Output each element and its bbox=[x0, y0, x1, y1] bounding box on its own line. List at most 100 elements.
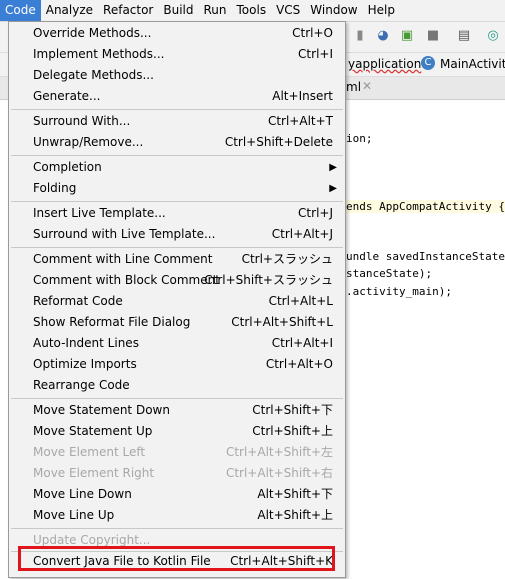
menu-item-completion[interactable]: Completion ▶ bbox=[9, 157, 345, 178]
menu-item-move-line-down[interactable]: Move Line Down Alt+Shift+下 bbox=[9, 484, 345, 505]
menu-item-label: Surround With... bbox=[33, 114, 131, 128]
menu-help[interactable]: Help bbox=[363, 0, 400, 21]
code-line: stanceState); bbox=[346, 267, 433, 280]
submenu-arrow-icon: ▶ bbox=[329, 162, 337, 173]
menu-item-label: Move Line Down bbox=[33, 487, 132, 501]
menu-item-move-element-right: Move Element Right Ctrl+Alt+Shift+右 bbox=[9, 463, 345, 484]
debug-icon[interactable]: ▮ bbox=[352, 28, 368, 44]
menu-item-shortcut: Ctrl+Alt+J bbox=[271, 227, 333, 241]
menu-item-label: Move Line Up bbox=[33, 508, 115, 522]
menu-item-shortcut: Ctrl+Alt+Shift+右 bbox=[225, 466, 333, 480]
menu-tools[interactable]: Tools bbox=[232, 0, 272, 21]
menu-item-shortcut: Ctrl+Alt+T bbox=[267, 114, 333, 128]
menu-item-auto-indent[interactable]: Auto-Indent Lines Ctrl+Alt+I bbox=[9, 333, 345, 354]
menu-item-label: Move Element Left bbox=[33, 445, 146, 459]
highlight-box bbox=[18, 546, 335, 571]
menu-item-implement-methods[interactable]: Implement Methods... Ctrl+I bbox=[9, 44, 345, 65]
breadcrumb-package[interactable]: yapplication bbox=[348, 57, 421, 71]
menu-separator bbox=[11, 398, 343, 399]
menu-item-label: Comment with Line Comment bbox=[33, 252, 213, 266]
menu-item-label: Auto-Indent Lines bbox=[33, 336, 139, 350]
tab-label[interactable]: ml bbox=[346, 80, 361, 94]
menu-item-label: Generate... bbox=[33, 89, 101, 103]
code-menu-dropdown: Override Methods... Ctrl+O Implement Met… bbox=[8, 21, 346, 578]
menu-item-label: Rearrange Code bbox=[33, 378, 130, 392]
menu-item-label: Completion bbox=[33, 160, 102, 174]
code-line: ends AppCompatActivity { bbox=[346, 200, 505, 213]
sync-icon[interactable]: ◎ bbox=[485, 28, 501, 44]
menu-item-move-line-up[interactable]: Move Line Up Alt+Shift+上 bbox=[9, 505, 345, 526]
menu-item-comment-block[interactable]: Comment with Block Comment Ctrl+Shift+スラ… bbox=[9, 270, 345, 291]
profiler-icon[interactable]: ◕ bbox=[375, 28, 391, 44]
menu-item-shortcut: Ctrl+Shift+下 bbox=[252, 403, 333, 417]
menu-item-shortcut: Ctrl+J bbox=[298, 206, 333, 220]
menu-item-shortcut: Ctrl+Shift+スラッシュ bbox=[204, 273, 333, 287]
menu-code[interactable]: Code bbox=[0, 0, 41, 21]
menu-item-comment-line[interactable]: Comment with Line Comment Ctrl+スラッシュ bbox=[9, 249, 345, 270]
menu-item-label: Delegate Methods... bbox=[33, 68, 154, 82]
menu-item-label: Reformat Code bbox=[33, 294, 123, 308]
menu-item-label: Move Statement Down bbox=[33, 403, 170, 417]
close-tab-icon[interactable]: ✕ bbox=[362, 79, 372, 93]
menu-item-rearrange-code[interactable]: Rearrange Code bbox=[9, 375, 345, 396]
menu-item-delegate-methods[interactable]: Delegate Methods... bbox=[9, 65, 345, 86]
attach-debugger-icon[interactable]: ▣ bbox=[399, 28, 415, 44]
menu-separator bbox=[11, 109, 343, 110]
menu-item-shortcut: Ctrl+Alt+O bbox=[265, 357, 333, 371]
stop-icon[interactable]: ■ bbox=[425, 28, 441, 44]
menu-item-move-statement-up[interactable]: Move Statement Up Ctrl+Shift+上 bbox=[9, 421, 345, 442]
menu-item-shortcut: Ctrl+スラッシュ bbox=[241, 252, 333, 266]
menu-item-shortcut: Ctrl+I bbox=[298, 47, 333, 61]
menu-vcs[interactable]: VCS bbox=[271, 0, 305, 21]
menu-build[interactable]: Build bbox=[158, 0, 198, 21]
menu-item-shortcut: Alt+Shift+上 bbox=[257, 508, 333, 522]
menu-item-insert-live-template[interactable]: Insert Live Template... Ctrl+J bbox=[9, 203, 345, 224]
menu-item-reformat-dialog[interactable]: Show Reformat File Dialog Ctrl+Alt+Shift… bbox=[9, 312, 345, 333]
menu-separator bbox=[11, 155, 343, 156]
menu-item-label: Folding bbox=[33, 181, 77, 195]
menu-separator bbox=[11, 247, 343, 248]
menu-item-label: Move Statement Up bbox=[33, 424, 153, 438]
menu-item-reformat-code[interactable]: Reformat Code Ctrl+Alt+L bbox=[9, 291, 345, 312]
menu-item-shortcut: Alt+Insert bbox=[272, 89, 333, 103]
menu-separator bbox=[11, 528, 343, 529]
menu-item-shortcut: Alt+Shift+下 bbox=[257, 487, 333, 501]
code-line: .activity_main); bbox=[346, 285, 452, 298]
menu-item-shortcut: Ctrl+Shift+Delete bbox=[224, 135, 333, 149]
menu-refactor[interactable]: Refactor bbox=[98, 0, 158, 21]
menu-separator bbox=[11, 201, 343, 202]
menu-item-shortcut: Ctrl+Alt+Shift+L bbox=[231, 315, 333, 329]
submenu-arrow-icon: ▶ bbox=[329, 183, 337, 194]
code-line: undle savedInstanceState) { bbox=[346, 250, 505, 263]
menu-item-label: Override Methods... bbox=[33, 26, 152, 40]
menu-item-surround-with[interactable]: Surround With... Ctrl+Alt+T bbox=[9, 111, 345, 132]
menu-bar: Code Analyze Refactor Build Run Tools VC… bbox=[0, 0, 505, 22]
menu-item-move-statement-down[interactable]: Move Statement Down Ctrl+Shift+下 bbox=[9, 400, 345, 421]
menu-item-folding[interactable]: Folding ▶ bbox=[9, 178, 345, 199]
menu-item-generate[interactable]: Generate... Alt+Insert bbox=[9, 86, 345, 107]
class-icon: C bbox=[421, 56, 435, 70]
menu-item-override-methods[interactable]: Override Methods... Ctrl+O bbox=[9, 23, 345, 44]
breadcrumb-class[interactable]: MainActivity bbox=[440, 57, 505, 71]
code-line: ion; bbox=[346, 132, 373, 145]
menu-item-move-element-left: Move Element Left Ctrl+Alt+Shift+左 bbox=[9, 442, 345, 463]
menu-item-label: Show Reformat File Dialog bbox=[33, 315, 191, 329]
menu-item-unwrap-remove[interactable]: Unwrap/Remove... Ctrl+Shift+Delete bbox=[9, 132, 345, 153]
menu-item-optimize-imports[interactable]: Optimize Imports Ctrl+Alt+O bbox=[9, 354, 345, 375]
menu-item-shortcut: Ctrl+Alt+L bbox=[268, 294, 333, 308]
menu-item-label: Unwrap/Remove... bbox=[33, 135, 144, 149]
sdk-manager-icon[interactable]: ▤ bbox=[456, 28, 472, 44]
menu-item-label: Optimize Imports bbox=[33, 357, 137, 371]
menu-item-surround-live-template[interactable]: Surround with Live Template... Ctrl+Alt+… bbox=[9, 224, 345, 245]
menu-analyze[interactable]: Analyze bbox=[41, 0, 98, 21]
menu-run[interactable]: Run bbox=[199, 0, 232, 21]
menu-item-shortcut: Ctrl+O bbox=[292, 26, 333, 40]
menu-item-label: Surround with Live Template... bbox=[33, 227, 216, 241]
menu-window[interactable]: Window bbox=[305, 0, 362, 21]
menu-item-label: Implement Methods... bbox=[33, 47, 165, 61]
menu-item-label: Insert Live Template... bbox=[33, 206, 166, 220]
menu-item-shortcut: Ctrl+Alt+I bbox=[271, 336, 333, 350]
menu-item-shortcut: Ctrl+Alt+Shift+左 bbox=[225, 445, 333, 459]
menu-item-label: Comment with Block Comment bbox=[33, 273, 220, 287]
menu-item-shortcut: Ctrl+Shift+上 bbox=[252, 424, 333, 438]
